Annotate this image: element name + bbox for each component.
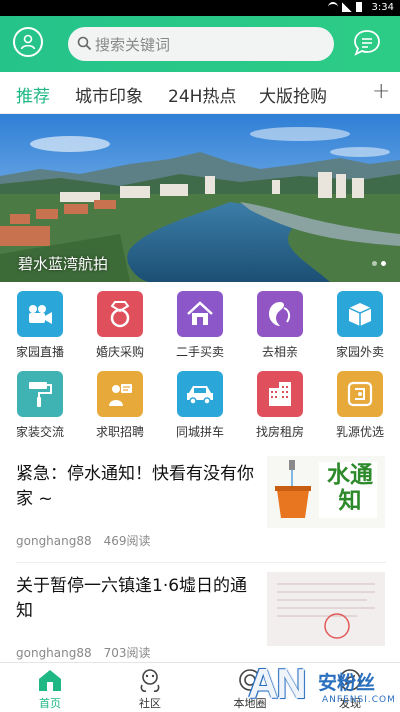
category-grid: 家园直播 婚庆采购 二手买卖 去相亲 家园外卖 家装交流 求职招聘 同城拼车 找…: [0, 286, 400, 446]
ring-icon: [97, 291, 143, 337]
wifi-icon: [328, 2, 338, 12]
grid-item-takeout[interactable]: 家园外卖: [320, 286, 400, 361]
watermark-logo: AN: [248, 660, 307, 707]
tab-city-impression[interactable]: 城市印象: [75, 82, 143, 107]
news-title: 关于暂停一六镇逢1·6墟日的通知: [16, 576, 248, 621]
site-watermark: AN 安粉丝 ANFENSI.COM: [248, 660, 400, 712]
tab-recommend[interactable]: 推荐: [16, 82, 50, 107]
carousel-dot[interactable]: [372, 261, 377, 266]
grid-item-rent[interactable]: 找房租房: [240, 366, 320, 441]
grid-item-carpool[interactable]: 同城拼车: [160, 366, 240, 441]
category-tabs: 推荐 城市印象 24H热点 大版抢购 +: [0, 72, 400, 114]
grid-item-label: 乳源优选: [335, 425, 384, 439]
banner-caption: 碧水蓝湾航拍: [18, 255, 109, 273]
signal-icon: [342, 2, 352, 12]
grid-item-label: 二手买卖: [175, 345, 224, 359]
status-bar: 3:34: [0, 0, 400, 16]
grid-item-label: 去相亲: [261, 345, 298, 359]
news-divider: [16, 562, 386, 563]
status-icons: [328, 2, 362, 12]
news-item[interactable]: 紧急：停水通知！快看有没有你家 ~ gonghang88 469阅读 水通知: [0, 452, 400, 556]
building-icon: [257, 371, 303, 417]
nav-label: 首页: [39, 697, 61, 710]
search-icon: [77, 36, 92, 51]
shopping-tag-icon: [337, 371, 383, 417]
grid-item-jobs[interactable]: 求职招聘: [80, 366, 160, 441]
grid-item-label: 家园直播: [15, 345, 64, 359]
grid-item-wedding[interactable]: 婚庆采购: [80, 286, 160, 361]
news-title: 紧急：停水通知！快看有没有你家 ~: [16, 464, 254, 509]
news-meta: gonghang88 703阅读: [16, 644, 151, 661]
grid-item-label: 家园外卖: [335, 345, 384, 359]
tab-24h-hot[interactable]: 24H热点: [168, 82, 236, 107]
banner-carousel[interactable]: 碧水蓝湾航拍: [0, 114, 400, 282]
news-author: gonghang88: [16, 646, 92, 660]
grid-item-label: 婚庆采购: [95, 345, 144, 359]
user-profile-button[interactable]: [13, 27, 43, 57]
chat-bubble-icon: [354, 30, 380, 56]
grid-item-live[interactable]: 家园直播: [0, 286, 80, 361]
status-time: 3:34: [371, 2, 394, 13]
nav-label: 社区: [139, 697, 161, 710]
home-icon: [39, 670, 61, 691]
nav-home[interactable]: 首页: [20, 665, 80, 711]
grid-item-label: 家装交流: [15, 425, 64, 439]
carousel-indicator: [372, 261, 386, 266]
grid-item-decoration[interactable]: 家装交流: [0, 366, 80, 441]
community-icon: [140, 669, 160, 692]
news-author: gonghang88: [16, 534, 92, 548]
job-person-icon: [97, 371, 143, 417]
app-header: 搜索关键词: [0, 16, 400, 72]
user-icon: [20, 34, 36, 50]
grid-item-label: 求职招聘: [95, 425, 144, 439]
notice-document-image: [267, 572, 385, 646]
grid-item-secondhand[interactable]: 二手买卖: [160, 286, 240, 361]
grid-item-label: 同城拼车: [175, 425, 224, 439]
grid-item-select[interactable]: 乳源优选: [320, 366, 400, 441]
nav-community[interactable]: 社区: [120, 665, 180, 711]
heart-face-icon: [257, 291, 303, 337]
video-camera-icon: [17, 291, 63, 337]
news-item[interactable]: 关于暂停一六镇逢1·6墟日的通知 gonghang88 703阅读: [0, 566, 400, 662]
house-icon: [177, 291, 223, 337]
carousel-dot-active[interactable]: [381, 261, 386, 266]
search-input[interactable]: 搜索关键词: [68, 27, 334, 61]
grid-item-label: 找房租房: [255, 425, 304, 439]
paint-roller-icon: [17, 371, 63, 417]
message-button[interactable]: [352, 28, 382, 58]
news-reads: 703阅读: [103, 646, 151, 660]
grid-item-dating[interactable]: 去相亲: [240, 286, 320, 361]
thumbnail-text: 水通知: [327, 462, 373, 514]
add-tab-icon[interactable]: +: [372, 79, 390, 104]
news-meta: gonghang88 469阅读: [16, 532, 151, 549]
battery-icon: [356, 2, 362, 12]
news-reads: 469阅读: [103, 534, 151, 548]
watermark-name: 安粉丝: [318, 672, 376, 694]
tab-big-deals[interactable]: 大版抢购: [259, 82, 327, 107]
car-icon: [177, 371, 223, 417]
watermark-url: ANFENSI.COM: [322, 695, 396, 705]
news-thumbnail: [267, 572, 385, 646]
news-thumbnail: 水通知: [267, 456, 385, 528]
package-icon: [337, 291, 383, 337]
search-placeholder: 搜索关键词: [95, 36, 171, 54]
